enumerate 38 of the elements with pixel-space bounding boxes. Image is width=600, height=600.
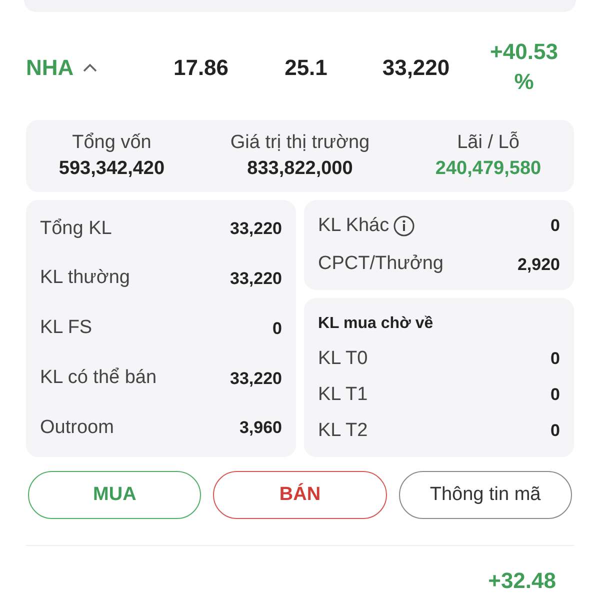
row-label: CPCT/Thưởng — [318, 252, 444, 276]
row-value: 0 — [550, 420, 560, 442]
row-label: KL T0 — [318, 347, 368, 371]
row-value: 2,920 — [517, 254, 560, 276]
row-label: KL T2 — [318, 419, 368, 443]
row-label: KL FS — [40, 316, 92, 340]
summary-value: 593,342,420 — [58, 157, 165, 181]
summary-value: 833,822,000 — [247, 157, 353, 181]
row-label: KL Khác — [318, 214, 390, 238]
row-value: 0 — [550, 348, 560, 370]
buy-button[interactable]: MUA — [28, 471, 202, 519]
avg-price: 17.86 — [172, 54, 230, 82]
stock-symbol[interactable]: NHA — [26, 50, 74, 84]
row-label: KL thường — [40, 266, 130, 290]
row-value: 33,220 — [230, 218, 282, 240]
row-value: 0 — [550, 384, 560, 406]
summary-value: 240,479,580 — [435, 157, 542, 181]
summary-label: Tổng vốn — [72, 131, 152, 155]
row-value: 33,220 — [230, 268, 282, 290]
sell-button[interactable]: BÁN — [213, 471, 387, 519]
row-value: 33,220 — [230, 368, 282, 390]
row-value: 0 — [272, 318, 282, 340]
pending-title: KL mua chờ về — [318, 314, 434, 334]
row-label: KL có thể bán — [40, 366, 157, 390]
row-label: Tổng KL — [40, 216, 112, 241]
chevron-icon[interactable] — [82, 62, 98, 72]
info-icon[interactable] — [393, 214, 416, 237]
row-value: 0 — [550, 215, 560, 237]
summary-label: Giá trị thị trường — [230, 131, 370, 155]
volume: 33,220 — [381, 54, 451, 82]
row-label: Outroom — [40, 416, 114, 440]
summary-label: Lãi / Lỗ — [457, 130, 520, 155]
change-percent: +40.53 % — [489, 38, 559, 96]
market-price: 25.1 — [284, 54, 328, 82]
row-label: KL T1 — [318, 383, 368, 407]
row-value: 3,960 — [239, 417, 282, 440]
change-percent: +32.48 — [488, 567, 556, 595]
info-button[interactable]: Thông tin mã — [398, 471, 572, 519]
